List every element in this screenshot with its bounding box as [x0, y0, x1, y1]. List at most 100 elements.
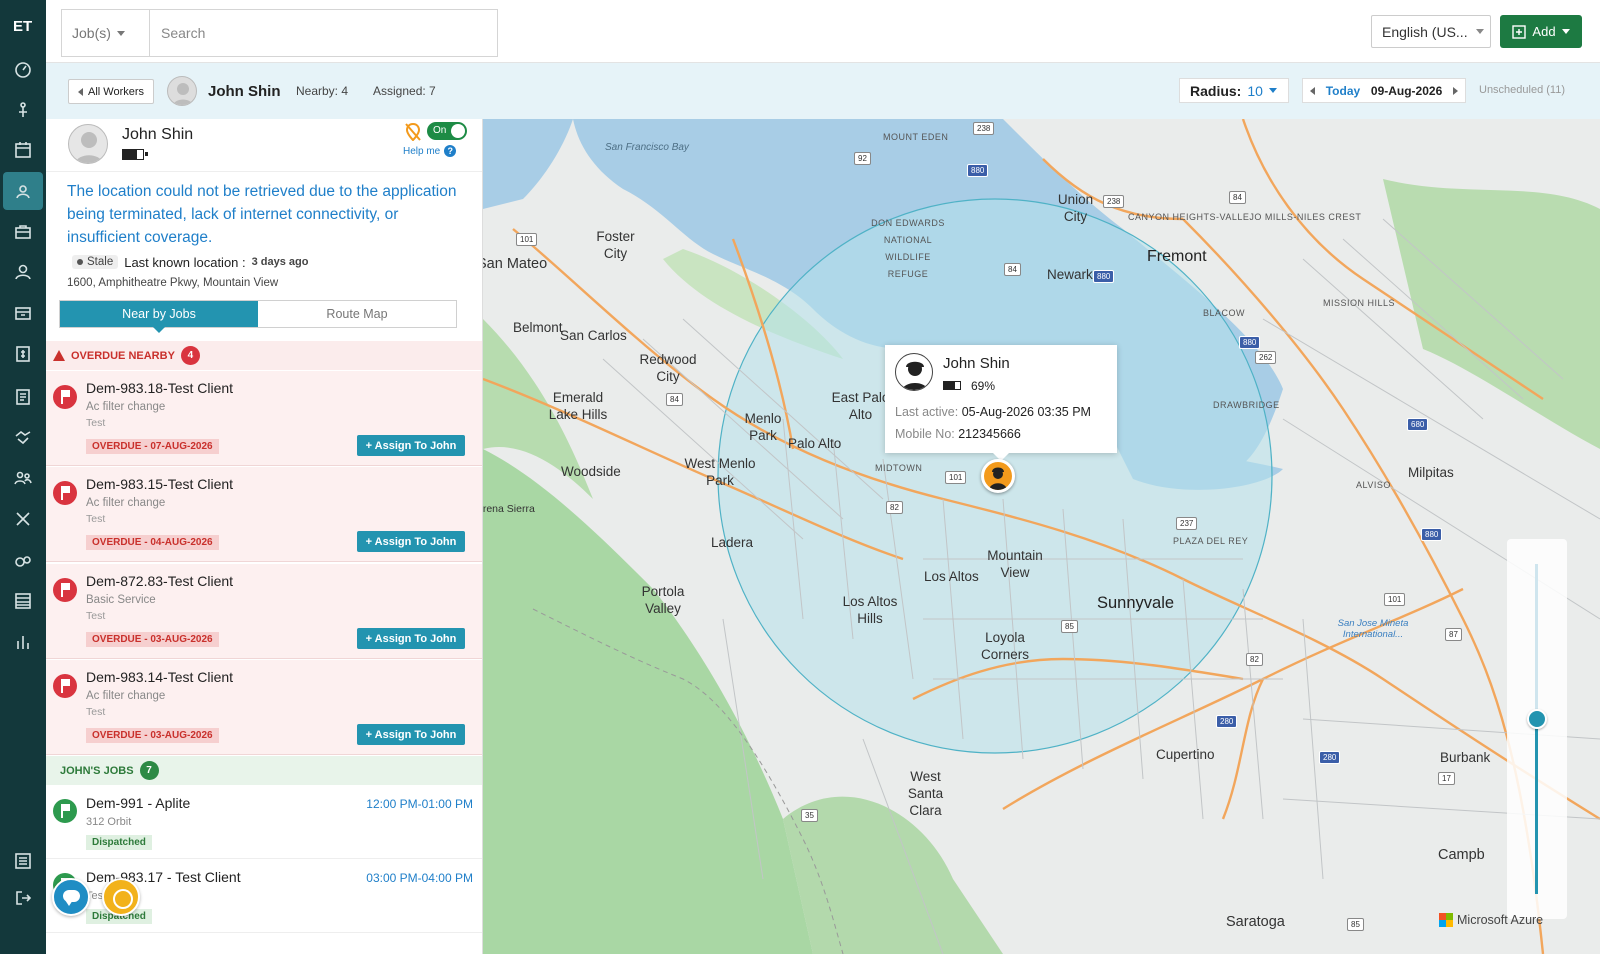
overdue-job-card[interactable]: Dem-872.83-Test Client Basic Service Tes… [46, 564, 482, 659]
language-select[interactable]: English (US... [1371, 15, 1491, 48]
user-icon[interactable] [3, 253, 43, 291]
job-card[interactable]: Dem-991 - Aplite 12:00 PM-01:00 PM 312 O… [46, 786, 482, 859]
map-label: San Mateo [483, 256, 548, 272]
highway-shield: 82 [886, 501, 903, 514]
map-label: Cupertino [1156, 747, 1215, 762]
highway-shield: 880 [1421, 528, 1443, 541]
overdue-job-card[interactable]: Dem-983.15-Test Client Ac filter change … [46, 467, 482, 562]
tools-icon[interactable] [3, 500, 43, 538]
map-label: Redwood City [639, 352, 697, 384]
map-label: Mountain View [987, 548, 1043, 580]
last-known-address: 1600, Amphitheatre Pkwy, Mountain View [67, 277, 279, 289]
map-label: Palo Alto [788, 436, 842, 451]
chevron-down-icon [1268, 88, 1277, 93]
map-label: MISSION HILLS [1323, 298, 1396, 308]
highway-shield: 280 [1216, 715, 1238, 728]
my-jobs-section-header: JOHN'S JOBS 7 [46, 756, 482, 785]
team-icon[interactable] [3, 459, 43, 497]
job-title[interactable]: Dem-991 - Aplite [86, 795, 190, 811]
highway-shield: 35 [801, 809, 818, 822]
assign-button[interactable]: + Assign To John [357, 628, 465, 649]
avatar [68, 124, 108, 164]
highway-shield: 85 [1061, 620, 1078, 633]
today-button[interactable]: Today [1326, 84, 1360, 98]
chevron-down-icon [116, 30, 125, 36]
route-icon[interactable] [3, 91, 43, 129]
radius-select[interactable]: Radius: 10 [1179, 78, 1289, 103]
next-date-icon[interactable] [1452, 86, 1458, 95]
tab-route-map[interactable]: Route Map [258, 301, 456, 327]
job-title[interactable]: Dem-983.18-Test Client [86, 380, 233, 396]
job-service: Ac filter change [86, 401, 166, 413]
dashboard-icon[interactable] [3, 50, 43, 88]
overdue-job-card[interactable]: Dem-983.18-Test Client Ac filter change … [46, 371, 482, 466]
settings-icon[interactable] [3, 842, 43, 880]
nearby-count: Nearby: 4 [296, 84, 349, 98]
add-button[interactable]: Add [1500, 15, 1582, 48]
overdue-badge: OVERDUE - 07-AUG-2026 [86, 439, 219, 454]
zoom-handle[interactable] [1527, 709, 1547, 729]
map-label: Los Altos Hills [842, 594, 898, 626]
search-input[interactable] [150, 10, 497, 56]
map-label: San Francisco Bay [605, 142, 689, 153]
worker-name: John Shin [122, 126, 194, 143]
map-label: West Santa Clara [907, 769, 944, 818]
app-logo[interactable]: ET [13, 18, 35, 40]
invoice-icon[interactable] [3, 335, 43, 373]
tab-near-by-jobs[interactable]: Near by Jobs [60, 301, 258, 333]
analytics-icon[interactable] [3, 623, 43, 661]
radius-value: 10 [1247, 82, 1263, 99]
report-icon[interactable] [3, 582, 43, 620]
handshake-icon[interactable] [3, 418, 43, 456]
map-view[interactable]: San Francisco Bay MOUNT EDEN Union City … [483, 119, 1600, 954]
map-label: ALVISO [1356, 480, 1391, 490]
help-link[interactable]: Help me? [403, 145, 457, 157]
date-navigator: Today 09-Aug-2026 [1302, 78, 1466, 103]
overdue-badge: OVERDUE - 03-AUG-2026 [86, 728, 219, 743]
worker-marker[interactable] [981, 459, 1015, 493]
tracking-toggle[interactable]: On [427, 122, 467, 140]
map-label: Foster City [596, 229, 635, 261]
map-label: DRAWBRIDGE [1213, 400, 1280, 410]
calendar-icon[interactable] [3, 131, 43, 169]
last-known-ago: 3 days ago [251, 256, 309, 268]
current-date: 09-Aug-2026 [1370, 83, 1443, 98]
unscheduled-link[interactable]: Unscheduled (11) [1479, 84, 1565, 96]
inventory-icon[interactable] [3, 294, 43, 332]
assigned-count: Assigned: 7 [373, 84, 436, 98]
logout-icon[interactable] [3, 879, 43, 917]
highway-shield: 880 [1093, 270, 1115, 283]
all-workers-label: All Workers [87, 85, 145, 98]
nav-rail: ET [0, 0, 46, 954]
job-note: Test [86, 706, 106, 718]
worker-avatar-icon [895, 353, 933, 391]
job-title[interactable]: Dem-872.83-Test Client [86, 573, 233, 589]
all-workers-button[interactable]: All Workers [68, 79, 154, 104]
rating-icon[interactable] [3, 541, 43, 579]
document-icon[interactable] [3, 378, 43, 416]
map-label: BLACOW [1203, 308, 1246, 318]
overdue-job-card[interactable]: Dem-983.14-Test Client Ac filter change … [46, 660, 482, 755]
my-jobs-count: 7 [139, 761, 159, 780]
zoom-slider[interactable] [1507, 539, 1567, 919]
map-label: Saratoga [1226, 914, 1285, 930]
chat-button[interactable] [52, 878, 90, 916]
job-type-select[interactable]: Job(s) [62, 10, 150, 56]
last-known-label: Last known location : [124, 254, 246, 270]
worker-bar: All Workers John Shin Nearby: 4 Assigned… [46, 63, 1600, 119]
map-label: West Menlo Park [684, 456, 756, 488]
highway-shield: 82 [1246, 653, 1263, 666]
prev-date-icon[interactable] [1310, 86, 1315, 95]
flag-icon [53, 481, 77, 505]
job-title[interactable]: Dem-983.14-Test Client [86, 669, 233, 685]
map-label: Burbank [1440, 750, 1491, 765]
location-user-icon[interactable] [3, 172, 43, 210]
briefcase-icon[interactable] [3, 213, 43, 251]
assign-button[interactable]: + Assign To John [357, 435, 465, 456]
map-label: Menlo Park [744, 411, 782, 443]
assign-button[interactable]: + Assign To John [357, 531, 465, 552]
job-sub: 312 Orbit [86, 816, 132, 828]
assign-button[interactable]: + Assign To John [357, 724, 465, 745]
clock-button[interactable] [102, 878, 140, 916]
job-title[interactable]: Dem-983.15-Test Client [86, 476, 233, 492]
